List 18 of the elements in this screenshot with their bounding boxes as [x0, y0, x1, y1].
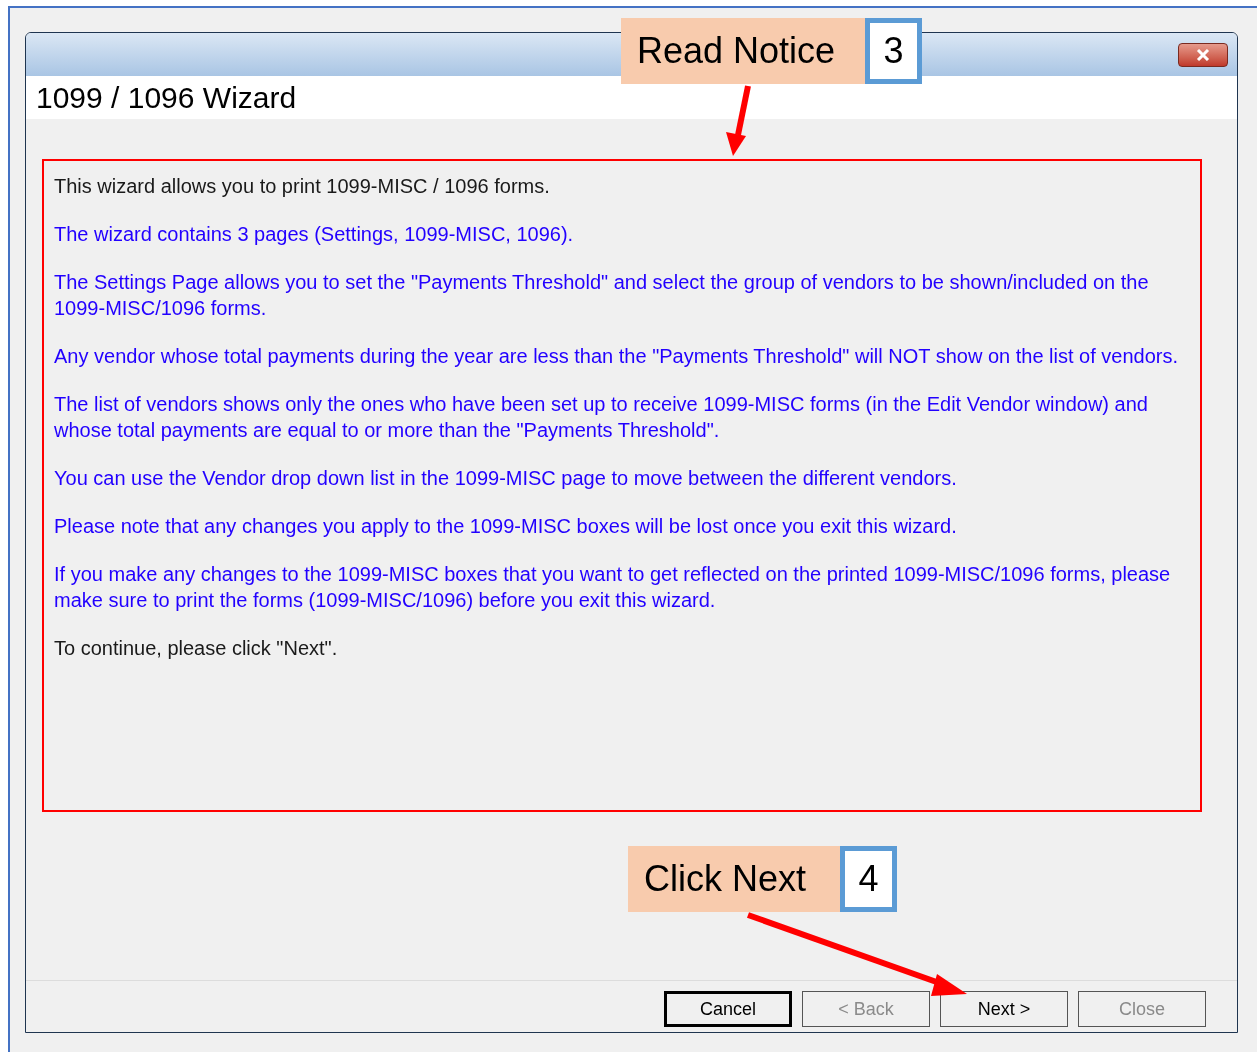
step-number: 4: [840, 846, 897, 912]
notice-text: Please note that any changes you apply to the 1099-MISC boxes will be lost once you exit this wizard.: [54, 514, 958, 539]
notice-text: The list of vendors shows only the ones who have been set up to receive 1099-MISC forms (in the Edit Vendor window) and whose total payments are equal to or more than the "Payments Threshold".: [54, 392, 1149, 443]
notice-text: You can use the Vendor drop down list in the 1099-MISC page to move between the different vendors.: [54, 466, 958, 491]
step-number: 3: [865, 18, 922, 84]
dialog-button[interactable]: Next >: [940, 991, 1068, 1027]
notice-text: The wizard contains 3 pages (Settings, 1099-MISC, 1096).: [54, 222, 575, 247]
arrow: [726, 85, 751, 156]
notice-text: This wizard allows you to print 1099-MISC / 1096 forms.: [54, 174, 551, 199]
dialog-button[interactable]: Cancel: [664, 991, 792, 1027]
callout-label: Read Notice: [621, 18, 865, 84]
notice-text: If you make any changes to the 1099-MISC boxes that you want to get reflected on the printed 1099-MISC/1096 forms, please make sure to print the forms (1099-MISC/1096) before you exit this wizard.: [54, 562, 1172, 613]
notice-text: The Settings Page allows you to set the "Payments Threshold" and select the group of vendors to be shown/included on the 1099-MISC/1096 forms.: [54, 270, 1150, 321]
callout-label: Click Next: [628, 846, 840, 912]
dialog-title: 1099 / 1096 Wizard: [36, 80, 297, 116]
close-icon[interactable]: [1178, 42, 1228, 67]
notice-text: To continue, please click "Next".: [54, 636, 339, 661]
notice-text: Any vendor whose total payments during the year are less than the "Payments Threshold" will NOT show on the list of vendors.: [54, 344, 1180, 369]
